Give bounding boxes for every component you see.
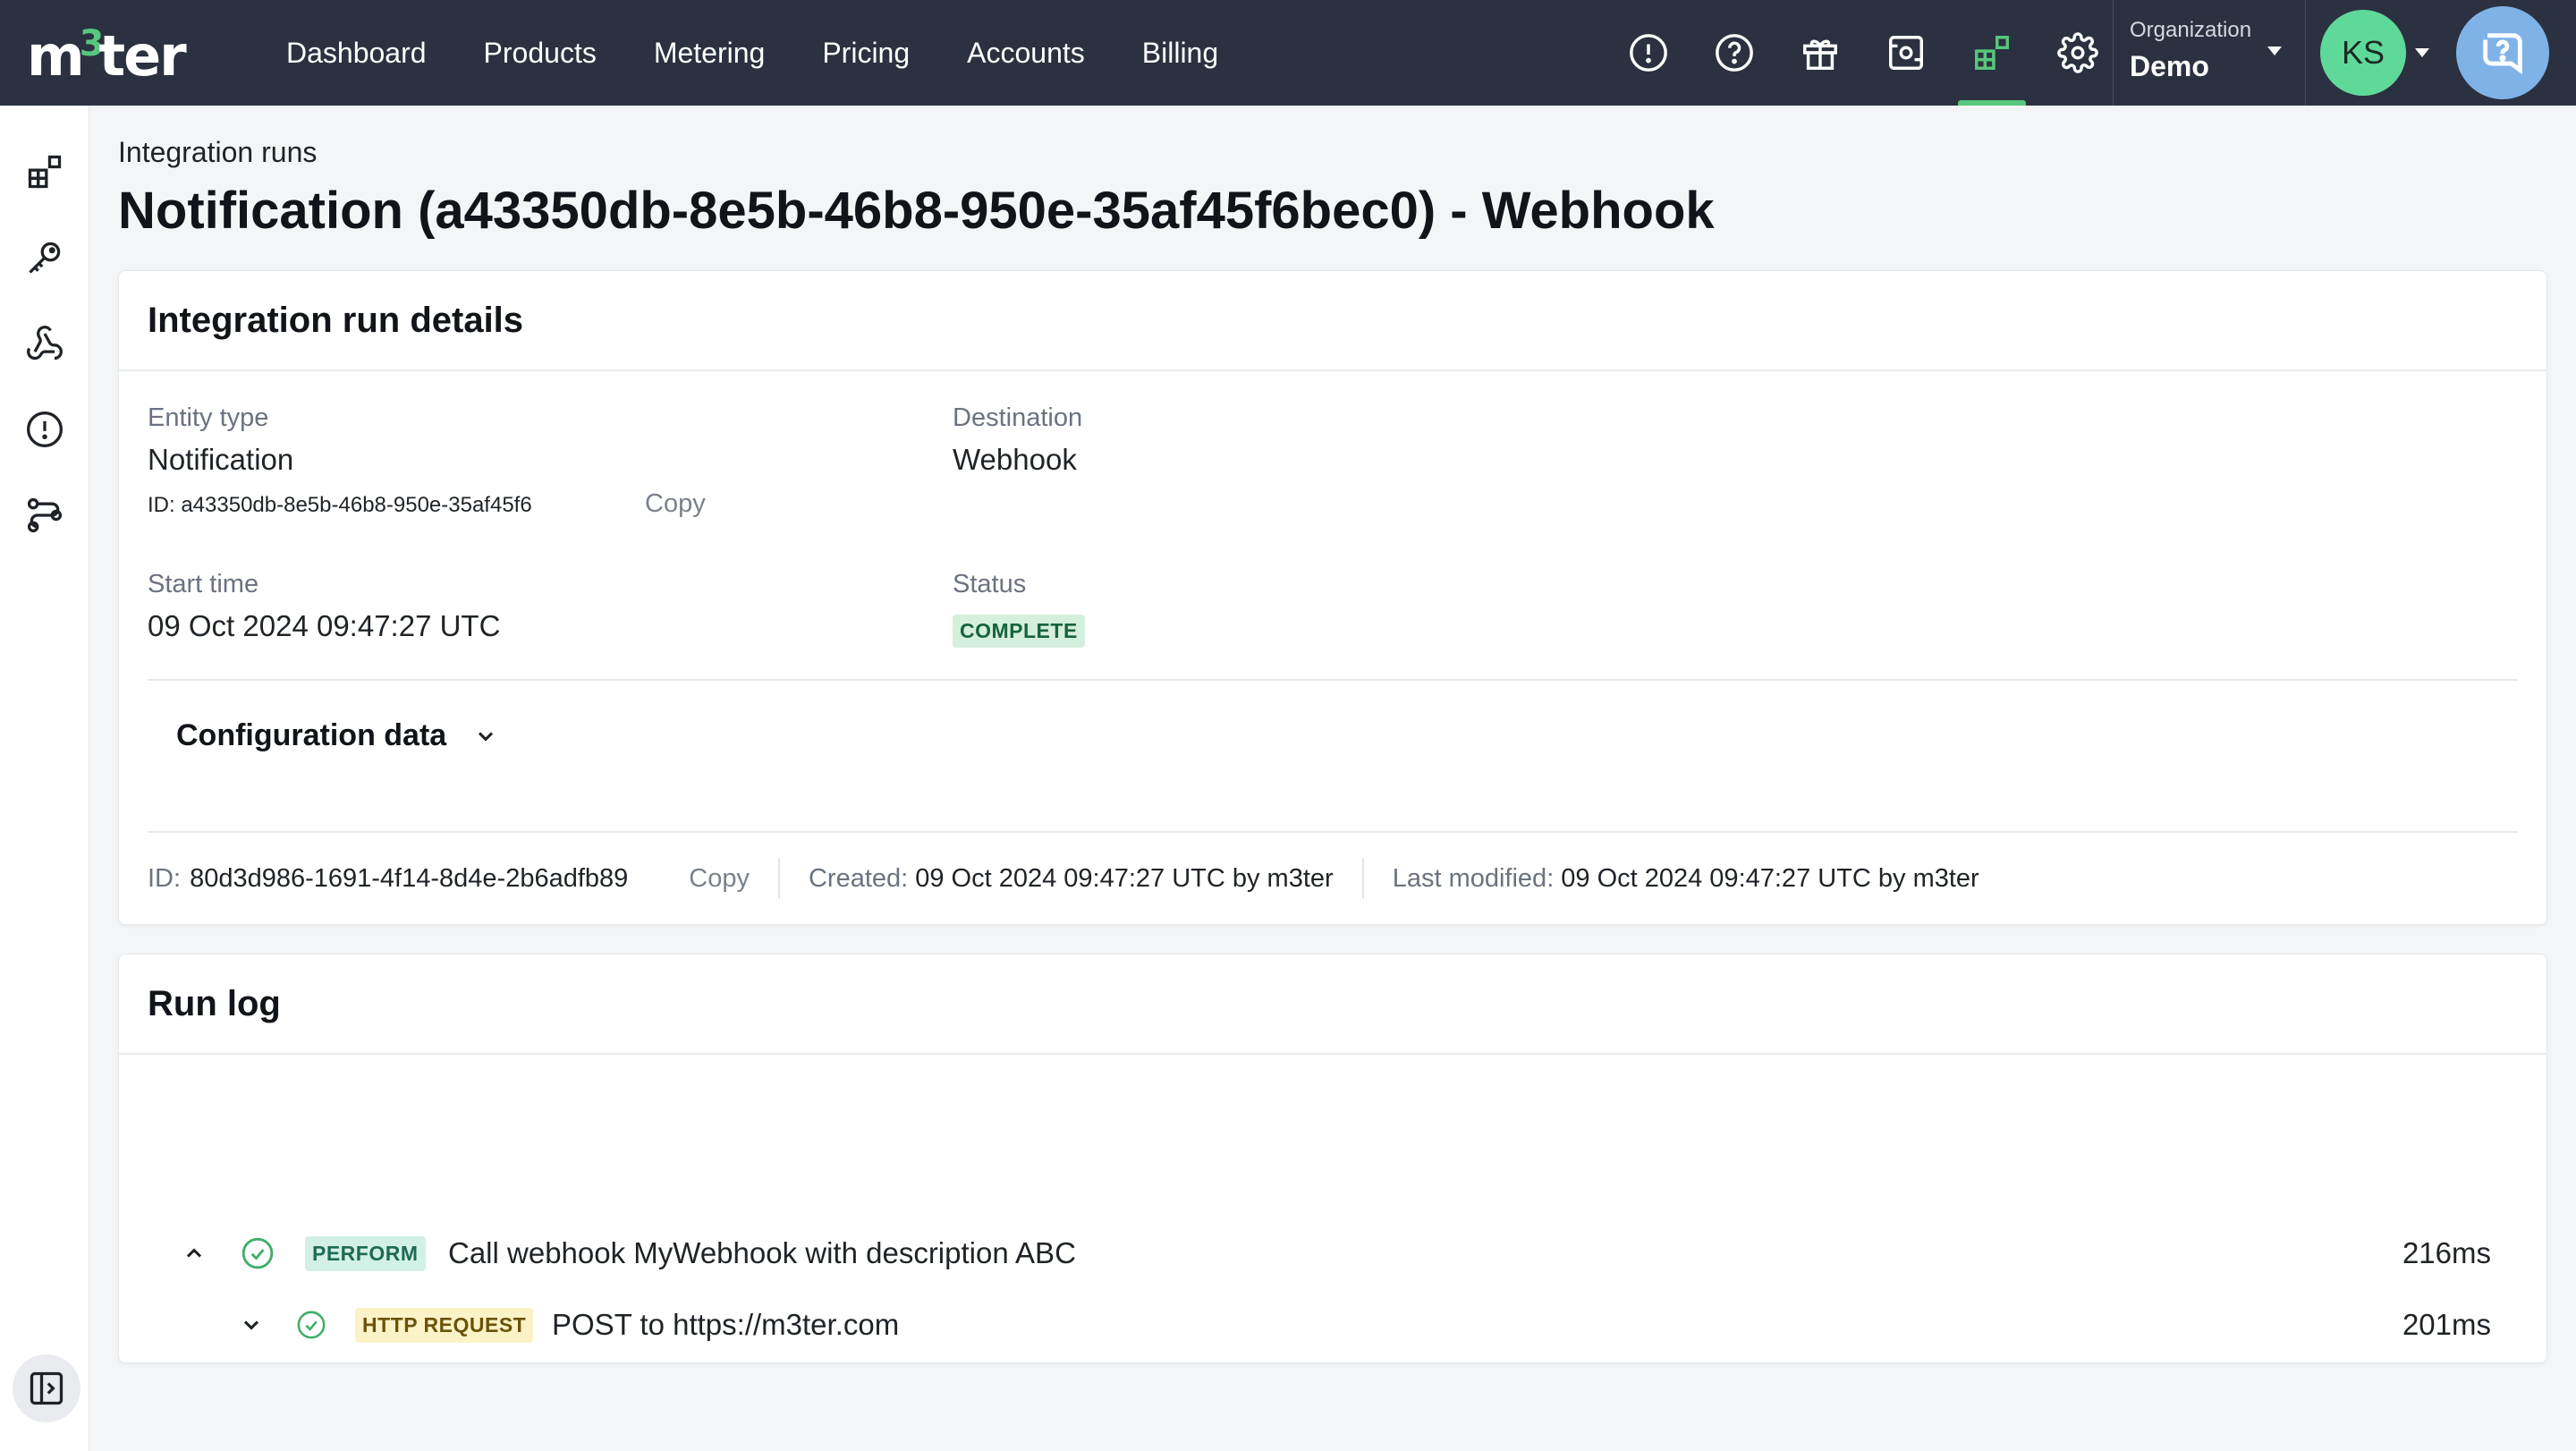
divider <box>148 831 2518 833</box>
top-navigation-bar: m3ter Dashboard Products Metering Pricin… <box>0 0 2576 106</box>
card-header: Run log <box>119 955 2546 1055</box>
sidebar <box>0 106 89 1451</box>
gear-icon[interactable] <box>2035 0 2121 106</box>
key-icon[interactable] <box>20 233 70 283</box>
alert-icon[interactable] <box>20 404 70 454</box>
card-title: Run log <box>148 983 281 1023</box>
main-nav: Dashboard Products Metering Pricing Acco… <box>258 0 1247 106</box>
card-title: Integration run details <box>148 300 524 340</box>
caret-down-icon <box>2415 48 2429 57</box>
record-id-value: 80d3d986-1691-4f14-8d4e-2b6adfb89 <box>190 863 629 893</box>
integration-run-details-card: Integration run details Entity type Noti… <box>118 270 2547 925</box>
configuration-data-toggle[interactable]: Configuration data <box>176 718 498 753</box>
nav-item-metering[interactable]: Metering <box>625 37 794 70</box>
copy-entity-id-button[interactable]: Copy <box>645 489 706 519</box>
divider <box>148 679 2518 681</box>
chevron-down-icon <box>473 724 498 749</box>
entity-id: ID: a43350db-8e5b-46b8-950e-35af45f6 <box>148 493 532 517</box>
chevron-down-icon[interactable] <box>233 1307 269 1343</box>
copy-record-id-button[interactable]: Copy <box>689 864 750 894</box>
nav-item-products[interactable]: Products <box>455 37 625 70</box>
page-title: Notification (a43350db-8e5b-46b8-950e-35… <box>118 182 1715 240</box>
alert-icon[interactable] <box>1606 0 1691 106</box>
check-circle-icon <box>296 1310 326 1340</box>
entity-type-value: Notification <box>148 443 294 476</box>
log-entry-text: POST to https://m3ter.com <box>552 1308 900 1341</box>
toolbar-icons <box>1606 0 2121 106</box>
workflow-icon[interactable] <box>20 490 70 540</box>
log-tag-perform: PERFORM <box>305 1235 426 1271</box>
nav-item-accounts[interactable]: Accounts <box>938 37 1114 70</box>
nav-item-pricing[interactable]: Pricing <box>793 37 938 70</box>
start-time-label: Start time <box>148 570 259 598</box>
log-entry: HTTP REQUEST POST to https://m3ter.com 2… <box>119 1298 2548 1352</box>
sidebar-expand-icon[interactable] <box>13 1354 80 1422</box>
log-tag-http-request: HTTP REQUEST <box>355 1307 534 1343</box>
avatar: KS <box>2320 10 2406 96</box>
caret-down-icon <box>2267 47 2282 55</box>
organization-selector[interactable]: Organization Demo <box>2113 0 2306 106</box>
log-entry: PERFORM Call webhook MyWebhook with desc… <box>119 1226 2548 1280</box>
entity-type-label: Entity type <box>148 403 269 432</box>
log-entry-text: Call webhook MyWebhook with description … <box>448 1236 1076 1269</box>
chevron-up-icon[interactable] <box>176 1235 212 1271</box>
created-label: Created: <box>808 863 909 893</box>
destination-value: Webhook <box>953 443 1077 476</box>
organization-label: Organization <box>2130 18 2252 42</box>
gift-icon[interactable] <box>1777 0 1863 106</box>
check-circle-icon <box>241 1236 275 1270</box>
nav-item-billing[interactable]: Billing <box>1114 37 1247 70</box>
card-header: Integration run details <box>119 271 2546 371</box>
record-id-label: ID: <box>148 863 182 893</box>
log-entry-duration: 201ms <box>2402 1308 2491 1341</box>
created-value: 09 Oct 2024 09:47:27 UTC by m3ter <box>915 863 1334 893</box>
integrations-icon[interactable] <box>1949 0 2035 106</box>
divider <box>777 858 780 899</box>
m3ter-logo[interactable]: m3ter <box>27 23 187 89</box>
breadcrumb[interactable]: Integration runs <box>118 136 317 169</box>
destination-label: Destination <box>953 403 1083 432</box>
record-metadata: ID: 80d3d986-1691-4f14-8d4e-2b6adfb89 Co… <box>148 858 1979 899</box>
status-badge: COMPLETE <box>953 615 1085 648</box>
log-entry-duration: 216ms <box>2402 1236 2491 1269</box>
help-icon[interactable] <box>1691 0 1777 106</box>
divider <box>1361 858 1364 899</box>
last-modified-value: 09 Oct 2024 09:47:27 UTC by m3ter <box>1561 863 1979 893</box>
run-log-card: Run log PERFORM Call webhook MyWebhook w… <box>118 954 2547 1363</box>
start-time-value: 09 Oct 2024 09:47:27 UTC <box>148 609 501 642</box>
nav-item-dashboard[interactable]: Dashboard <box>258 37 455 70</box>
support-chat-icon[interactable] <box>2456 6 2549 99</box>
settings-panel-icon[interactable] <box>1863 0 1949 106</box>
user-menu[interactable]: KS <box>2318 0 2444 106</box>
integrations-icon[interactable] <box>20 147 70 197</box>
configuration-data-label: Configuration data <box>176 718 447 752</box>
webhook-icon[interactable] <box>20 318 70 369</box>
status-label: Status <box>953 570 1027 598</box>
last-modified-label: Last modified: <box>1392 863 1555 893</box>
